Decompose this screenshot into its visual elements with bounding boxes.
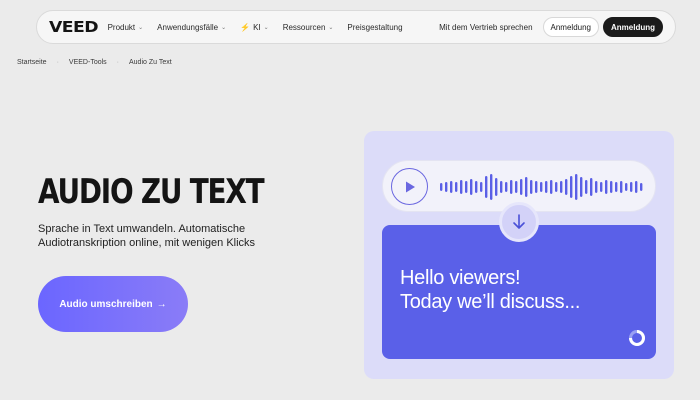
nav-item-anwendungsfaelle[interactable]: Anwendungsfälle ⌄ (157, 23, 226, 32)
login-button-light[interactable]: Anmeldung (542, 17, 599, 37)
veed-logo[interactable]: VEED (49, 18, 99, 36)
transcript-line: Hello viewers! (400, 267, 521, 289)
nav-item-preisgestaltung[interactable]: Preisgestaltung (347, 23, 402, 32)
chevron-down-icon: ⌄ (221, 24, 227, 31)
loading-spinner-icon (629, 330, 645, 346)
nav-item-ressourcen[interactable]: Ressourcen ⌄ (283, 23, 334, 32)
nav-item-produkt[interactable]: Produkt ⌄ (108, 23, 144, 32)
hero-subtitle: Sprache in Text umwandeln. Automatische … (38, 223, 256, 249)
play-icon (391, 168, 428, 205)
contact-sales-link[interactable]: Mit dem Vertrieb sprechen (439, 23, 532, 32)
breadcrumb-separator: · (56, 59, 59, 66)
chevron-down-icon: ⌄ (328, 24, 334, 31)
arrow-right-icon: → (156, 298, 167, 310)
breadcrumb: Startseite · VEED-Tools · Audio Zu Text (17, 59, 172, 66)
page-title: AUDIO ZU TEXT (38, 172, 265, 212)
top-navbar: VEED Produkt ⌄ Anwendungsfälle ⌄ ⚡ KI ⌄ … (36, 10, 676, 44)
nav-item-ki[interactable]: ⚡ KI ⌄ (240, 23, 269, 32)
breadcrumb-item-tools[interactable]: VEED-Tools (69, 59, 107, 66)
sparkle-icon: ⚡ (240, 22, 251, 32)
nav-item-label: Ressourcen (282, 22, 326, 32)
cta-label: Audio umschreiben (59, 298, 153, 310)
breadcrumb-item-current: Audio Zu Text (129, 59, 172, 66)
login-button-dark[interactable]: Anmeldung (603, 17, 663, 37)
breadcrumb-separator: · (116, 59, 119, 66)
breadcrumb-item-home[interactable]: Startseite (17, 59, 47, 66)
audio-waveform (440, 174, 643, 200)
transcript-line: Today we’ll discuss... (400, 291, 581, 313)
transcribe-audio-button[interactable]: Audio umschreiben → (38, 276, 188, 332)
transcript-card: Hello viewers! Today we’ll discuss... (382, 225, 656, 359)
nav-item-label: Anwendungsfälle (157, 22, 219, 32)
nav-item-label: Produkt (107, 22, 136, 32)
arrow-down-icon (499, 202, 539, 242)
audio-to-text-illustration: Hello viewers! Today we’ll discuss... (364, 131, 674, 379)
nav-item-label: KI (253, 22, 261, 32)
chevron-down-icon: ⌄ (138, 24, 144, 31)
chevron-down-icon: ⌄ (263, 24, 269, 31)
nav-item-label: Preisgestaltung (347, 22, 403, 32)
